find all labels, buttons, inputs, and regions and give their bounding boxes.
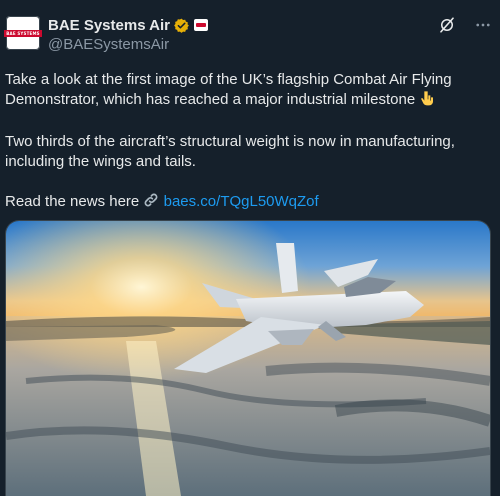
- aircraft-render-image: [6, 221, 490, 496]
- link-icon: [143, 192, 159, 214]
- tweet-header: BAE SYSTEMS BAE Systems Air @BAESystemsA…: [4, 12, 492, 56]
- paragraph-3-text: Read the news here: [5, 193, 140, 210]
- tweet-text: Take a look at the first image of the UK…: [5, 70, 493, 234]
- avatar[interactable]: BAE SYSTEMS: [4, 16, 42, 50]
- post-image[interactable]: [5, 220, 491, 496]
- more-options-icon[interactable]: [474, 16, 492, 34]
- grok-icon[interactable]: [438, 16, 456, 34]
- user-handle[interactable]: @BAESystemsAir: [48, 36, 208, 53]
- news-link[interactable]: baes.co/TQgL50WqZof: [164, 193, 319, 210]
- paragraph-1-text: Take a look at the first image of the UK…: [5, 71, 452, 108]
- paragraph-2: Two thirds of the aircraft’s structural …: [5, 133, 455, 170]
- tweet: BAE SYSTEMS BAE Systems Air @BAESystemsA…: [0, 0, 500, 496]
- author-info: BAE Systems Air @BAESystemsAir: [48, 16, 208, 53]
- affiliate-badge-icon[interactable]: [194, 19, 208, 31]
- paragraph-3: Read the news here baes.co/TQgL50WqZof: [5, 192, 493, 214]
- avatar-logo: BAE SYSTEMS: [4, 29, 42, 37]
- display-name[interactable]: BAE Systems Air: [48, 17, 170, 34]
- verified-badge-icon[interactable]: [174, 18, 189, 33]
- point-down-icon: [419, 90, 435, 112]
- header-actions: [438, 16, 492, 34]
- paragraph-1: Take a look at the first image of the UK…: [5, 70, 493, 112]
